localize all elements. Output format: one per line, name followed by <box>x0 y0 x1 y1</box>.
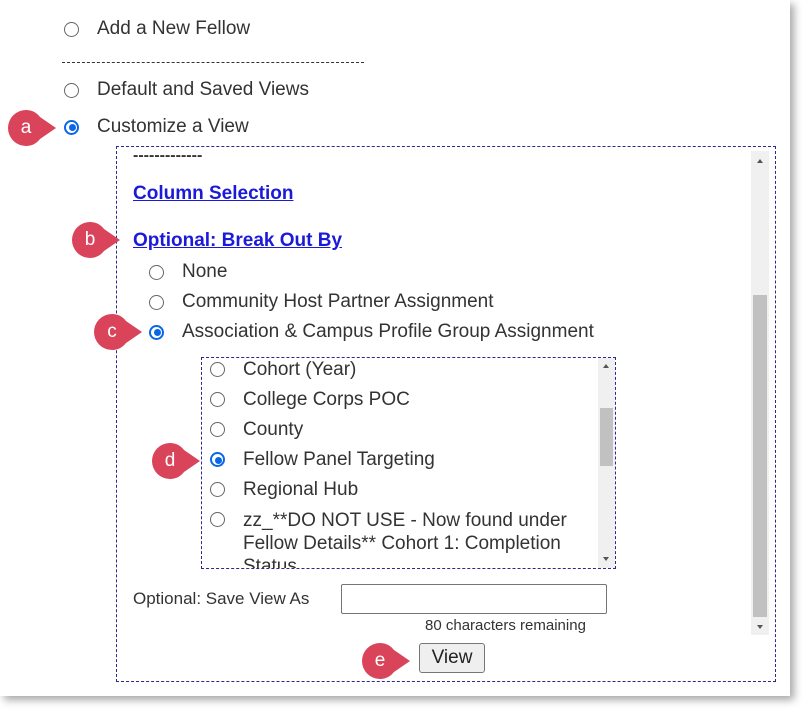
group-options-scroll-thumb[interactable] <box>600 408 613 466</box>
break-out-association-campus-label: Association & Campus Profile Group Assig… <box>182 321 594 342</box>
characters-remaining: 80 characters remaining <box>425 617 586 634</box>
group-option-do-not-use[interactable]: zz_**DO NOT USE - Now found under Fellow… <box>210 509 583 569</box>
view-button[interactable]: View <box>419 643 485 673</box>
callout-c-letter: c <box>107 321 117 342</box>
callout-b-letter: b <box>84 229 96 250</box>
customize-view-radio[interactable] <box>64 119 79 135</box>
outer-scroll-up-arrow-icon[interactable] <box>757 159 763 163</box>
cohort-year-label: Cohort (Year) <box>243 359 357 380</box>
customize-view-box: ------------- Column Selection Optional:… <box>116 146 776 682</box>
break-out-option-community-host[interactable]: Community Host Partner Assignment <box>149 291 494 313</box>
break-out-community-host-label: Community Host Partner Assignment <box>182 291 494 312</box>
section-divider <box>62 62 364 63</box>
save-view-input[interactable] <box>341 584 607 614</box>
callout-e-letter: e <box>374 650 386 671</box>
county-label: County <box>243 419 304 440</box>
college-corps-poc-label: College Corps POC <box>243 389 410 410</box>
separator-text: ------------- <box>133 147 203 164</box>
group-option-fellow-panel-targeting[interactable]: Fellow Panel Targeting <box>210 449 435 471</box>
option-customize-view[interactable]: Customize a View <box>64 116 249 138</box>
regional-hub-radio[interactable] <box>210 482 225 497</box>
break-out-by-link[interactable]: Optional: Break Out By <box>133 230 342 252</box>
group-options-scrollbar[interactable] <box>598 358 615 568</box>
column-selection-link[interactable]: Column Selection <box>133 183 293 205</box>
break-out-none-radio[interactable] <box>149 264 164 280</box>
customize-scroll-thumb[interactable] <box>753 295 767 617</box>
callout-d: d <box>150 441 200 481</box>
fellow-panel-targeting-radio[interactable] <box>210 452 225 467</box>
callout-d-letter: d <box>164 450 176 471</box>
default-saved-views-label: Default and Saved Views <box>97 79 309 100</box>
group-option-county[interactable]: County <box>210 419 303 441</box>
group-options-list[interactable]: Cohort (Year) College Corps POC County F… <box>201 357 616 569</box>
do-not-use-label: zz_**DO NOT USE - Now found under Fellow… <box>243 510 567 569</box>
scroll-down-arrow-icon[interactable] <box>603 557 609 561</box>
outer-scroll-down-arrow-icon[interactable] <box>757 625 763 629</box>
college-corps-poc-radio[interactable] <box>210 392 225 407</box>
break-out-option-association-campus[interactable]: Association & Campus Profile Group Assig… <box>149 321 594 343</box>
option-add-new-fellow[interactable]: Add a New Fellow <box>64 18 250 40</box>
break-out-association-campus-radio[interactable] <box>149 324 164 340</box>
save-view-label: Optional: Save View As <box>133 589 310 608</box>
regional-hub-label: Regional Hub <box>243 479 359 500</box>
break-out-option-none[interactable]: None <box>149 261 227 283</box>
callout-c: c <box>92 312 142 352</box>
break-out-community-host-radio[interactable] <box>149 294 164 310</box>
county-radio[interactable] <box>210 422 225 437</box>
group-option-cohort-year[interactable]: Cohort (Year) <box>210 359 356 381</box>
default-saved-views-radio[interactable] <box>64 82 79 98</box>
break-out-none-label: None <box>182 261 228 282</box>
cohort-year-radio[interactable] <box>210 362 225 377</box>
add-new-fellow-radio[interactable] <box>64 21 79 37</box>
callout-a-letter: a <box>20 117 32 138</box>
group-option-college-corps-poc[interactable]: College Corps POC <box>210 389 410 411</box>
do-not-use-radio[interactable] <box>210 512 225 527</box>
add-new-fellow-label: Add a New Fellow <box>97 18 251 39</box>
option-default-saved-views[interactable]: Default and Saved Views <box>64 79 309 101</box>
customize-view-label: Customize a View <box>97 116 249 137</box>
callout-b: b <box>70 220 120 260</box>
callout-e: e <box>360 641 410 681</box>
fellow-panel-targeting-label: Fellow Panel Targeting <box>243 449 435 470</box>
callout-a: a <box>6 108 56 148</box>
scroll-up-arrow-icon[interactable] <box>603 364 609 368</box>
customize-scrollbar[interactable] <box>751 151 769 635</box>
group-option-regional-hub[interactable]: Regional Hub <box>210 479 358 501</box>
